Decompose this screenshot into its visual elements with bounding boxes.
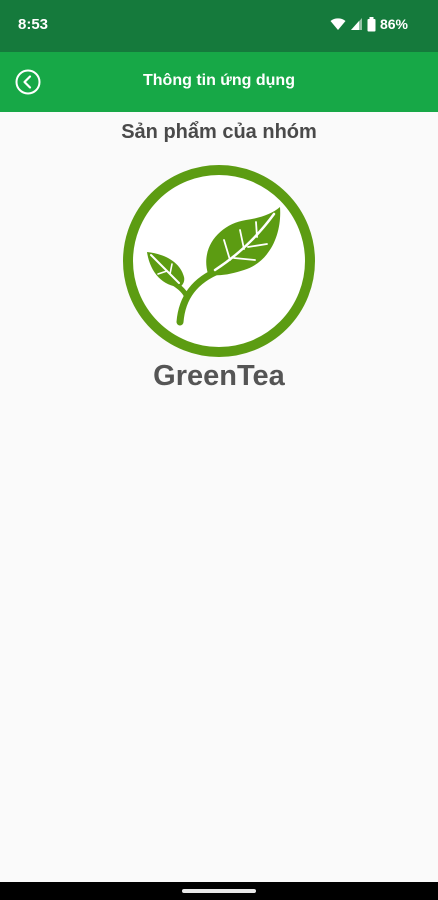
leaf-logo-icon	[120, 162, 318, 360]
battery-percent: 86%	[379, 16, 408, 32]
home-indicator[interactable]	[182, 889, 256, 893]
wifi-icon	[330, 17, 346, 31]
signal-icon	[350, 17, 363, 31]
product-name: GreenTea	[153, 360, 285, 392]
app-title: Thông tin ứng dụng	[143, 72, 295, 89]
main-content: Sản phẩm của nhóm GreenTea	[0, 112, 438, 882]
status-bar: 8:53 86%	[0, 0, 438, 52]
status-icons: 86%	[330, 16, 408, 32]
app-bar: Thông tin ứng dụng	[0, 52, 438, 112]
group-label: Sản phẩm của nhóm	[121, 121, 317, 143]
system-nav-bar	[0, 882, 438, 900]
status-time: 8:53	[18, 16, 49, 33]
battery-icon	[367, 16, 376, 32]
